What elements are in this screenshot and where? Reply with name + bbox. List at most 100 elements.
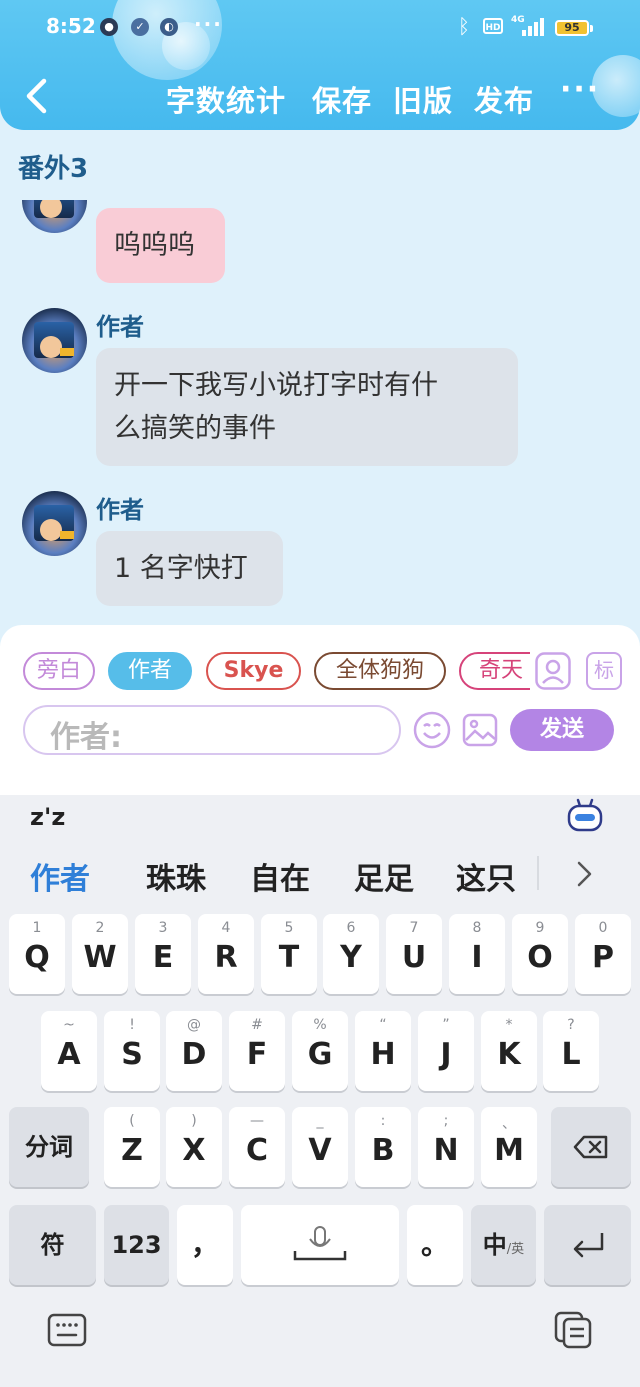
- key-label: K: [497, 1037, 521, 1072]
- period-key[interactable]: 。: [407, 1205, 463, 1285]
- clipboard-icon[interactable]: [554, 1311, 592, 1349]
- key-b[interactable]: :B: [355, 1107, 411, 1187]
- candidate-word[interactable]: 这只: [456, 854, 516, 898]
- key-n[interactable]: ; N: [418, 1107, 474, 1187]
- expand-candidates-icon[interactable]: [574, 860, 594, 888]
- key-label: F: [246, 1037, 268, 1072]
- key-h[interactable]: “H: [355, 1011, 411, 1091]
- key-z[interactable]: (Z: [104, 1107, 160, 1187]
- tag-button[interactable]: 标: [586, 652, 622, 690]
- key-hint: (: [129, 1113, 135, 1129]
- symbols-key[interactable]: 符: [9, 1205, 96, 1285]
- emoji-icon[interactable]: [413, 711, 451, 749]
- send-button[interactable]: 发送: [510, 709, 614, 751]
- candidate-word-selected[interactable]: 作者: [30, 854, 90, 898]
- key-label: T: [278, 940, 300, 975]
- key-l[interactable]: ? L: [543, 1011, 599, 1091]
- key-label: X: [182, 1133, 206, 1168]
- key-a[interactable]: ~ A: [41, 1011, 97, 1091]
- keyboard-hide-icon[interactable]: [47, 1313, 87, 1347]
- image-icon[interactable]: [462, 712, 498, 748]
- key-hint: !: [129, 1017, 135, 1033]
- candidate-word[interactable]: 足足: [354, 854, 414, 898]
- keyboard: [0, 795, 640, 1387]
- key-c[interactable]: — C: [229, 1107, 285, 1187]
- key-label: H: [370, 1037, 396, 1072]
- back-chevron-icon[interactable]: [22, 78, 52, 114]
- role-chip-skye[interactable]: Skye: [206, 652, 301, 690]
- old-version-button[interactable]: 旧版: [393, 78, 453, 120]
- key-k[interactable]: * K: [481, 1011, 537, 1091]
- microphone-icon: [293, 1226, 347, 1261]
- key-label: O: [527, 940, 553, 975]
- key-e[interactable]: 3E: [135, 914, 191, 994]
- message-bubble[interactable]: 呜呜呜: [96, 208, 225, 283]
- assistant-robot-icon[interactable]: [567, 798, 603, 832]
- key-label: S: [121, 1037, 143, 1072]
- key-hint: _: [316, 1113, 324, 1129]
- key-label: V: [308, 1133, 332, 1168]
- key-hint: —: [250, 1113, 264, 1129]
- key-g[interactable]: % G: [292, 1011, 348, 1091]
- enter-key[interactable]: [544, 1205, 631, 1285]
- comma-key[interactable]: ，: [177, 1205, 233, 1285]
- lang-main-label: 中: [482, 1231, 507, 1259]
- role-chip-author-selected[interactable]: 作者: [108, 652, 192, 690]
- save-button[interactable]: 保存: [312, 78, 372, 120]
- key-u[interactable]: 7U: [386, 914, 442, 994]
- candidate-word[interactable]: 自在: [250, 854, 310, 898]
- role-chip-partial[interactable]: 奇天: [459, 652, 530, 690]
- key-hint: @: [187, 1017, 201, 1033]
- lang-sub-label: /英: [506, 1242, 525, 1257]
- key-q[interactable]: 1Q: [9, 914, 65, 994]
- message-bubble[interactable]: 开一下我写小说打字时有什 么搞笑的事件: [96, 348, 518, 466]
- key-label: U: [401, 940, 427, 975]
- message-text-line: 么搞笑的事件: [114, 413, 276, 444]
- key-hint: 8: [472, 920, 482, 936]
- status-time: 8:52: [46, 14, 96, 38]
- key-r[interactable]: 4R: [198, 914, 254, 994]
- key-w[interactable]: 2W: [72, 914, 128, 994]
- key-hint: 0: [598, 920, 608, 936]
- key-label: Q: [24, 940, 50, 975]
- key-p[interactable]: 0P: [575, 914, 631, 994]
- key-label: A: [57, 1037, 81, 1072]
- key-hint: 7: [409, 920, 419, 936]
- key-x[interactable]: ) X: [166, 1107, 222, 1187]
- space-key[interactable]: [241, 1205, 399, 1285]
- avatar[interactable]: [22, 491, 87, 556]
- signal-icon: [522, 18, 544, 36]
- candidate-divider: [537, 856, 539, 890]
- pinyin-composition: z'z: [30, 803, 66, 831]
- publish-button[interactable]: 发布: [474, 78, 534, 120]
- key-f[interactable]: # F: [229, 1011, 285, 1091]
- sender-name: 作者: [96, 496, 144, 524]
- key-t[interactable]: 5T: [261, 914, 317, 994]
- key-v[interactable]: _ V: [292, 1107, 348, 1187]
- key-i[interactable]: 8I: [449, 914, 505, 994]
- candidate-word[interactable]: 珠珠: [146, 854, 206, 898]
- key-o[interactable]: 9O: [512, 914, 568, 994]
- numbers-key[interactable]: 123: [104, 1205, 169, 1285]
- role-chip-narrator[interactable]: 旁白: [23, 652, 95, 690]
- key-s[interactable]: ! S: [104, 1011, 160, 1091]
- input-placeholder: 作者:: [50, 720, 122, 755]
- key-y[interactable]: 6Y: [323, 914, 379, 994]
- role-manage-icon[interactable]: [535, 652, 571, 690]
- role-chip-all-dogs[interactable]: 全体狗狗: [314, 652, 446, 690]
- key-d[interactable]: @ D: [166, 1011, 222, 1091]
- key-label: D: [181, 1037, 207, 1072]
- key-hint: 2: [95, 920, 105, 936]
- segment-key[interactable]: 分词: [9, 1107, 89, 1187]
- key-label: Z: [121, 1133, 143, 1168]
- message-bubble[interactable]: 1 名字快打: [96, 531, 283, 606]
- key-j[interactable]: ” J: [418, 1011, 474, 1091]
- key-m[interactable]: 、 M: [481, 1107, 537, 1187]
- hd-badge: HD: [483, 18, 503, 34]
- backspace-key[interactable]: [551, 1107, 631, 1187]
- word-count-button[interactable]: 字数统计: [166, 78, 286, 120]
- key-hint: 1: [32, 920, 42, 936]
- language-toggle-key[interactable]: 中/英: [471, 1205, 536, 1285]
- avatar[interactable]: [22, 308, 87, 373]
- more-options-button[interactable]: ···: [560, 72, 600, 107]
